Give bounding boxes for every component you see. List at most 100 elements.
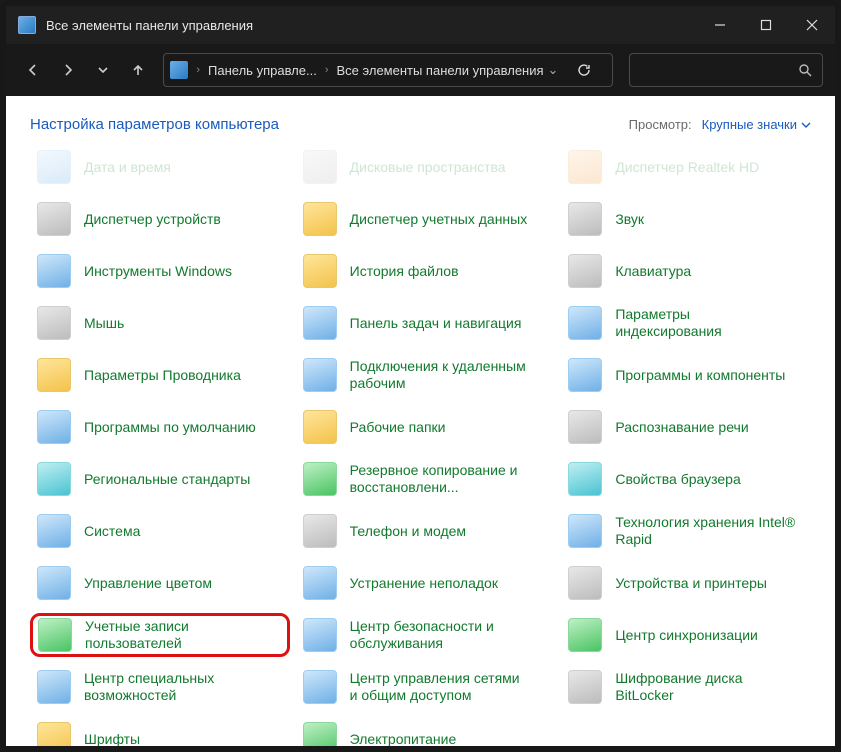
item-label: Резервное копирование и восстановлени... [350,462,530,496]
bitlocker-icon [567,669,603,705]
control-panel-item[interactable]: Распознавание речи [561,405,821,449]
breadcrumb-part1[interactable]: Панель управле... [208,63,317,78]
control-panel-item[interactable]: Диспетчер учетных данных [296,197,556,241]
printer-devices-icon [36,201,72,237]
control-panel-item[interactable]: Центр специальных возможностей [30,665,290,709]
control-panel-item[interactable]: Центр безопасности и обслуживания [296,613,556,657]
view-value: Крупные значки [702,117,797,132]
control-panel-item[interactable]: Управление цветом [30,561,290,605]
item-label: Управление цветом [84,575,212,592]
chevron-right-icon: › [321,64,333,76]
item-label: Система [84,523,140,540]
item-label: Распознавание речи [615,419,748,436]
chevron-right-icon: › [192,64,204,76]
item-label: Инструменты Windows [84,263,232,280]
item-label: Диспетчер устройств [84,211,221,228]
default-programs-icon [36,409,72,445]
control-panel-item[interactable]: Звук [561,197,821,241]
control-panel-item[interactable]: Устранение неполадок [296,561,556,605]
control-panel-item[interactable]: Дисковые пространства [296,145,556,189]
item-label: Свойства браузера [615,471,740,488]
control-panel-item[interactable]: Центр синхронизации [561,613,821,657]
control-panel-item[interactable]: Диспетчер Realtek HD [561,145,821,189]
control-panel-item[interactable]: Электропитание [296,717,556,746]
control-panel-window: Все элементы панели управления › Панель … [0,0,841,752]
sync-center-icon [567,617,603,653]
control-panel-item[interactable]: Центр управления сетями и общим доступом [296,665,556,709]
control-panel-item[interactable]: Дата и время [30,145,290,189]
control-panel-item[interactable]: Свойства браузера [561,457,821,501]
item-label: Региональные стандарты [84,471,250,488]
control-panel-item[interactable]: Диспетчер устройств [30,197,290,241]
control-panel-item[interactable]: Шифрование диска BitLocker [561,665,821,709]
address-bar[interactable]: › Панель управле... › Все элементы панел… [163,53,613,87]
fonts-icon [36,721,72,746]
breadcrumb-part2[interactable]: Все элементы панели управления [337,63,544,78]
speech-icon [567,409,603,445]
control-panel-item[interactable]: Клавиатура [561,249,821,293]
indexing-icon [567,305,603,341]
programs-features-icon [567,357,603,393]
chevron-down-icon[interactable]: ⌄ [548,62,559,78]
mouse-icon [36,305,72,341]
back-button[interactable] [18,54,49,86]
item-label: Электропитание [350,731,457,746]
intel-storage-icon [567,513,603,549]
item-label: Рабочие папки [350,419,446,436]
control-panel-item[interactable]: Региональные стандарты [30,457,290,501]
item-label: Дисковые пространства [350,159,506,176]
remote-desktop-icon [302,357,338,393]
app-icon [18,16,36,34]
minimize-button[interactable] [697,6,743,44]
audio-manager-icon [567,149,603,185]
item-label: Устранение неполадок [350,575,498,592]
header-row: Настройка параметров компьютера Просмотр… [6,96,835,137]
control-panel-item[interactable]: Система [30,509,290,553]
control-panel-item[interactable]: Учетные записи пользователей [30,613,290,657]
view-label: Просмотр: [629,117,692,132]
maximize-button[interactable] [743,6,789,44]
recent-locations-button[interactable] [88,54,119,86]
control-panel-item[interactable]: Инструменты Windows [30,249,290,293]
refresh-button[interactable] [568,54,600,86]
item-label: Шрифты [84,731,140,746]
search-input[interactable] [629,53,823,87]
forward-button[interactable] [53,54,84,86]
internet-options-icon [567,461,603,497]
control-panel-item[interactable]: Шрифты [30,717,290,746]
item-label: Панель задач и навигация [350,315,522,332]
control-panel-item[interactable]: Панель задач и навигация [296,301,556,345]
control-panel-item[interactable]: Параметры индексирования [561,301,821,345]
item-label: Телефон и модем [350,523,466,540]
calendar-clock-icon [36,149,72,185]
backup-restore-icon [302,461,338,497]
control-panel-item[interactable]: Программы и компоненты [561,353,821,397]
control-panel-item[interactable]: Параметры Проводника [30,353,290,397]
view-dropdown[interactable]: Крупные значки [702,117,811,132]
navbar: › Панель управле... › Все элементы панел… [6,44,835,96]
item-label: Звук [615,211,644,228]
location-icon [170,61,188,79]
control-panel-item[interactable]: Рабочие папки [296,405,556,449]
item-label: Центр безопасности и обслуживания [350,618,530,652]
up-button[interactable] [123,54,154,86]
control-panel-item[interactable]: История файлов [296,249,556,293]
item-label: Мышь [84,315,124,332]
control-panel-item[interactable]: Резервное копирование и восстановлени... [296,457,556,501]
network-sharing-icon [302,669,338,705]
windows-tools-icon [36,253,72,289]
control-panel-item[interactable]: Мышь [30,301,290,345]
items-grid: Дата и время Дисковые пространства Диспетч… [6,137,835,746]
speaker-icon [567,201,603,237]
color-management-icon [36,565,72,601]
item-label: Устройства и принтеры [615,575,767,592]
taskbar-icon [302,305,338,341]
disk-icon [302,149,338,185]
control-panel-item[interactable]: Программы по умолчанию [30,405,290,449]
ease-of-access-icon [36,669,72,705]
control-panel-item[interactable]: Технология хранения Intel® Rapid [561,509,821,553]
close-button[interactable] [789,6,835,44]
control-panel-item[interactable]: Подключения к удаленным рабочим [296,353,556,397]
control-panel-item[interactable]: Телефон и модем [296,509,556,553]
control-panel-item[interactable]: Устройства и принтеры [561,561,821,605]
